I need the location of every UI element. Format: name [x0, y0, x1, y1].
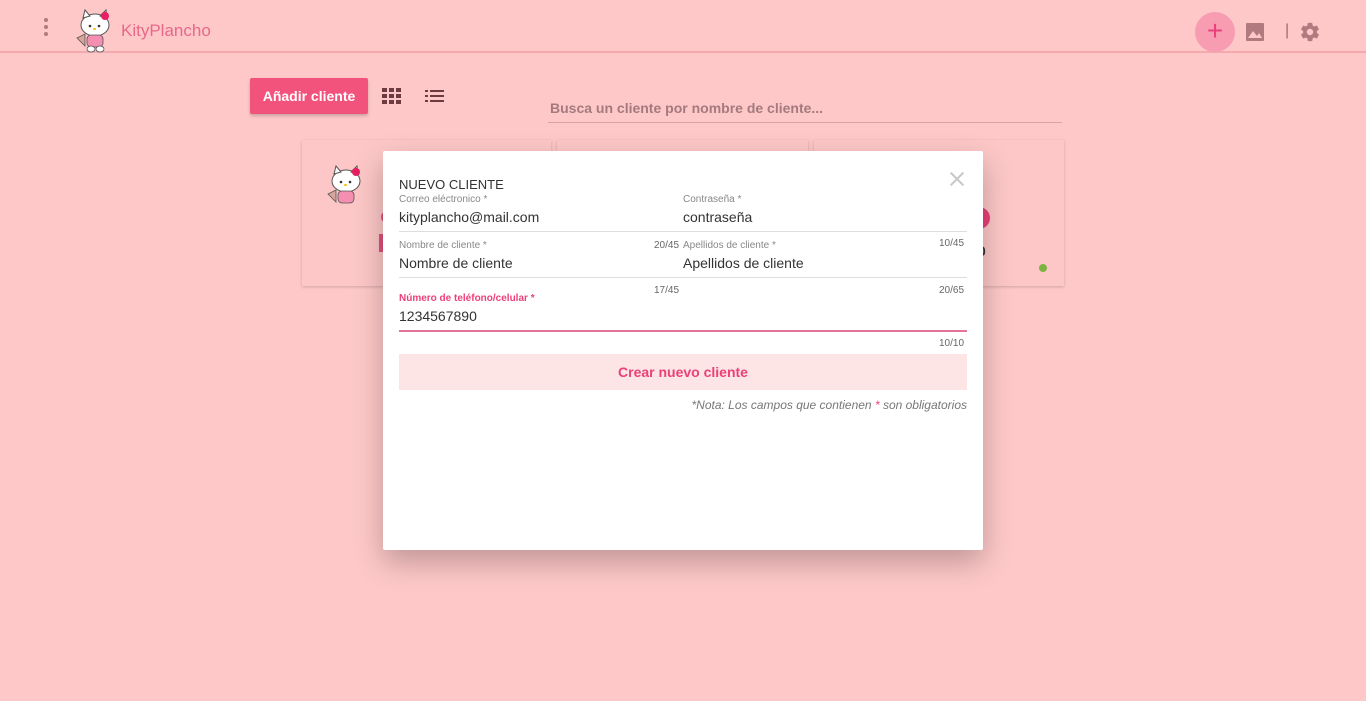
- phone-label: Número de teléfono/celular *: [399, 293, 535, 304]
- add-client-button[interactable]: Añadir cliente: [250, 78, 368, 114]
- more-options-icon[interactable]: [39, 18, 53, 38]
- hello-kitty-logo: [76, 8, 110, 53]
- phone-counter: 10/10: [939, 338, 965, 349]
- lastname-label: Apellidos de cliente *: [683, 240, 776, 251]
- brand-name[interactable]: KityPlancho: [121, 21, 211, 41]
- password-label: Contraseña *: [683, 194, 742, 205]
- lastname-input[interactable]: [683, 251, 967, 278]
- password-input[interactable]: [683, 205, 967, 232]
- online-status-dot: [1039, 264, 1047, 272]
- gear-icon[interactable]: [1299, 21, 1321, 43]
- search-input[interactable]: [548, 94, 1062, 123]
- email-field: Correo eléctronico *: [399, 194, 683, 232]
- list-view-icon[interactable]: [425, 88, 445, 104]
- email-input[interactable]: [399, 205, 683, 232]
- note-prefix: *Nota: Los campos que contienen: [691, 398, 875, 412]
- phone-input[interactable]: [399, 304, 967, 332]
- email-label: Correo eléctronico *: [399, 194, 488, 205]
- new-client-dialog: NUEVO CLIENTE Correo eléctronico * Contr…: [383, 151, 983, 550]
- required-note: *Nota: Los campos que contienen * son ob…: [691, 398, 967, 412]
- divider: |: [1285, 22, 1290, 39]
- top-bar: KityPlancho + |: [0, 0, 1366, 53]
- name-label: Nombre de cliente *: [399, 240, 487, 251]
- phone-field: Número de teléfono/celular *: [399, 293, 967, 332]
- add-icon[interactable]: +: [1195, 12, 1235, 52]
- name-field: Nombre de cliente *: [399, 240, 683, 278]
- image-icon[interactable]: [1245, 22, 1265, 42]
- hello-kitty-logo: [327, 164, 361, 204]
- name-input[interactable]: [399, 251, 683, 278]
- close-icon[interactable]: [948, 170, 966, 188]
- grid-view-icon[interactable]: [382, 88, 402, 104]
- password-field: Contraseña *: [683, 194, 967, 232]
- lastname-field: Apellidos de cliente *: [683, 240, 967, 278]
- note-suffix: son obligatorios: [879, 398, 967, 412]
- create-client-button[interactable]: Crear nuevo cliente: [399, 354, 967, 390]
- dialog-title: NUEVO CLIENTE: [399, 177, 504, 192]
